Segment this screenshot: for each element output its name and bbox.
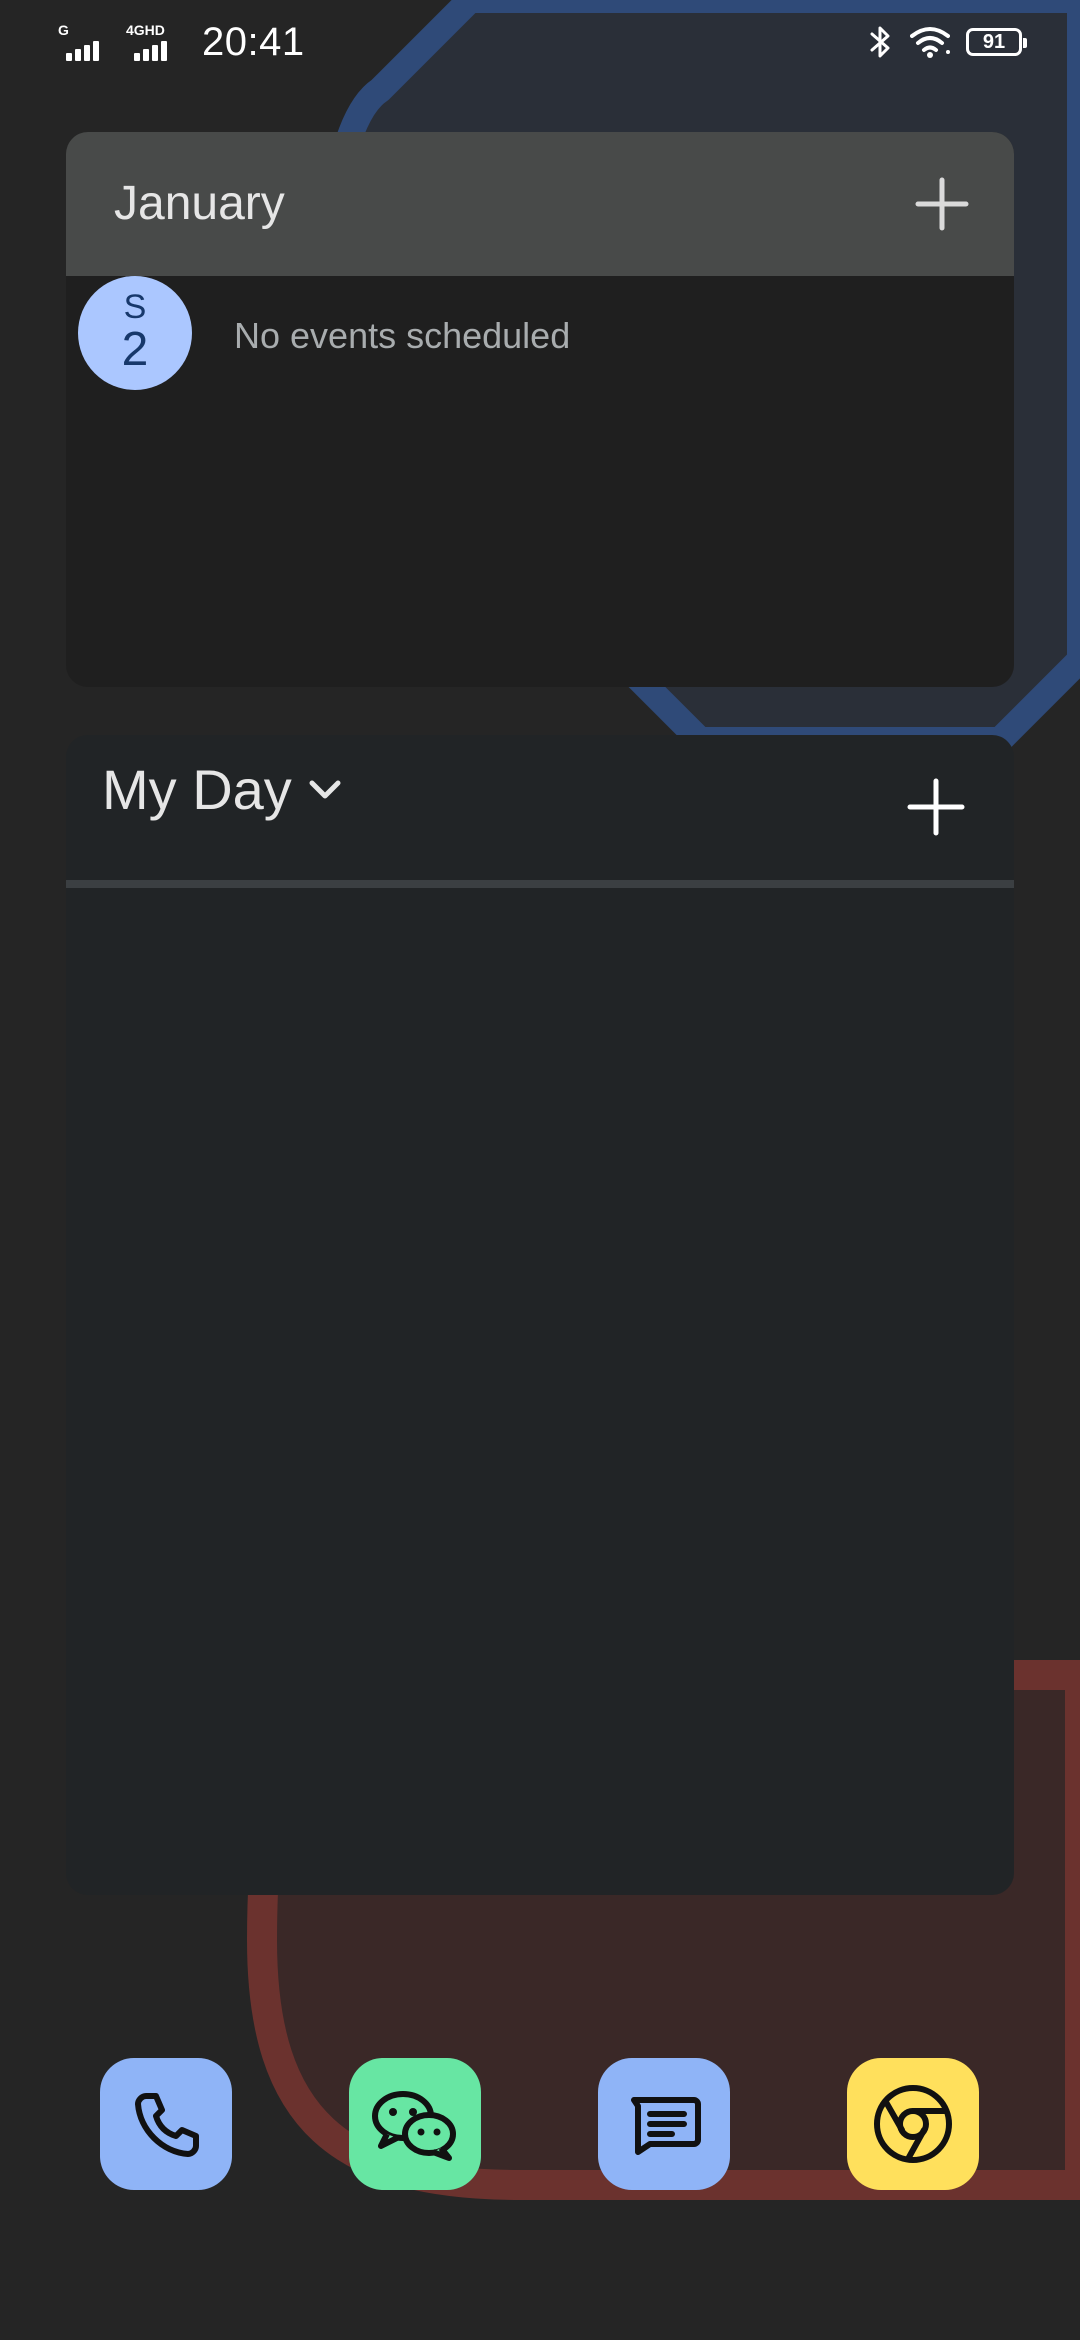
plus-icon[interactable]	[914, 176, 970, 232]
app-dock	[0, 2058, 1080, 2192]
myday-widget[interactable]: My Day	[66, 735, 1014, 1895]
calendar-month-title[interactable]: January	[114, 176, 285, 231]
myday-title-dropdown[interactable]: My Day	[102, 757, 342, 822]
status-time: 20:41	[202, 20, 305, 64]
status-bar: G 4GHD 20:41 91	[0, 0, 1080, 90]
chevron-down-icon	[309, 780, 341, 798]
myday-task-list[interactable]	[66, 888, 1014, 1895]
date-badge[interactable]: S 2	[78, 276, 192, 390]
plus-icon[interactable]	[906, 777, 966, 837]
wechat-app[interactable]	[349, 2058, 481, 2190]
date-day-number: 2	[121, 323, 149, 376]
status-right: 91	[868, 24, 1027, 60]
sim2-network-label: 4GHD	[126, 21, 165, 38]
phone-icon	[135, 2093, 199, 2157]
no-events-message: No events scheduled	[234, 315, 571, 356]
status-left: G 4GHD 20:41	[58, 20, 305, 65]
chrome-icon	[874, 2085, 952, 2163]
messages-app[interactable]	[598, 2058, 730, 2190]
sim2-signal-icon: 4GHD	[126, 23, 182, 63]
bluetooth-icon	[870, 26, 890, 58]
wechat-icon	[372, 2091, 456, 2161]
signal-bars	[66, 40, 99, 61]
battery-icon: 91	[966, 28, 1027, 56]
date-day-of-week: S	[123, 288, 147, 326]
signal-bars	[134, 40, 167, 61]
chrome-app[interactable]	[847, 2058, 979, 2190]
myday-title: My Day	[102, 758, 292, 821]
messages-icon	[631, 2097, 701, 2155]
sim1-signal-icon: G	[58, 23, 114, 63]
sim1-network-label: G	[58, 21, 69, 38]
calendar-widget[interactable]: January S 2 No events scheduled	[66, 132, 1014, 687]
home-screen: G 4GHD 20:41 91 January S 2 No events sc…	[0, 0, 1080, 2340]
calendar-header: January	[66, 132, 1014, 276]
battery-level: 91	[982, 31, 1006, 53]
phone-app[interactable]	[100, 2058, 232, 2190]
divider	[66, 880, 1014, 888]
wifi-icon	[910, 27, 950, 58]
